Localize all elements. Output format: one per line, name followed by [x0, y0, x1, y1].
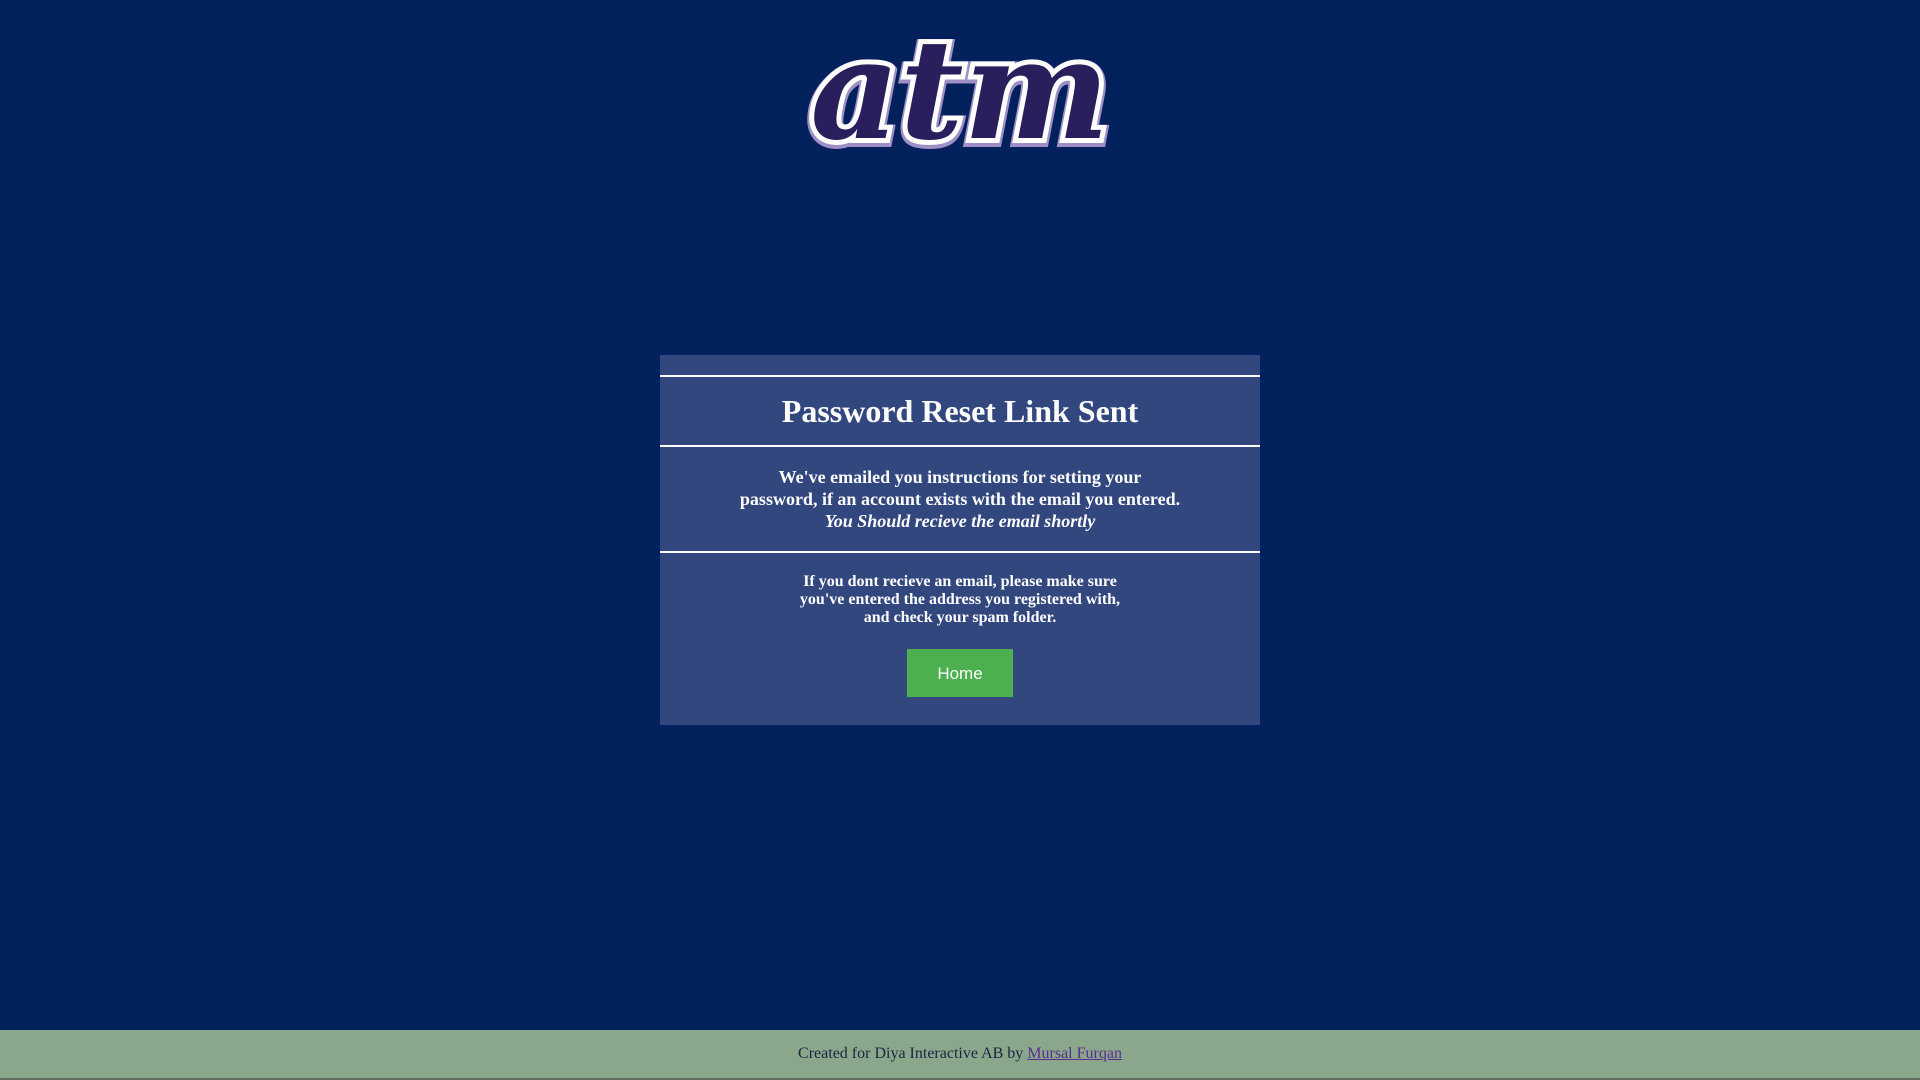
confirmation-message: We've emailed you instructions for setti… — [660, 447, 1260, 553]
atm-logo-graphic: atm atm atm — [803, 22, 1116, 172]
help-line-1: If you dont recieve an email, please mak… — [803, 573, 1117, 590]
message-line-2: password, if an account exists with the … — [739, 489, 1181, 509]
message-line-3: You Should recieve the email shortly — [824, 511, 1096, 531]
footer: Created for Diya Interactive AB by Mursa… — [0, 1030, 1920, 1078]
author-link[interactable]: Mursal Furqan — [1027, 1045, 1122, 1062]
message-line-1: We've emailed you instructions for setti… — [778, 467, 1142, 487]
help-text: If you dont recieve an email, please mak… — [660, 553, 1260, 697]
page: atm atm atm Password Reset Link Sent We'… — [0, 0, 1920, 1080]
reset-confirmation-card: Password Reset Link Sent We've emailed y… — [660, 355, 1260, 725]
home-button[interactable]: Home — [907, 649, 1013, 697]
help-line-3: and check your spam folder. — [863, 609, 1057, 626]
footer-credit-text: Created for Diya Interactive AB by — [798, 1045, 1028, 1062]
card-header-strip — [660, 355, 1260, 377]
help-line-2: you've entered the address you registere… — [799, 591, 1121, 608]
logo-text: atm — [810, 22, 1109, 171]
atm-logo: atm atm atm — [760, 22, 1160, 172]
card-title: Password Reset Link Sent — [660, 377, 1260, 447]
